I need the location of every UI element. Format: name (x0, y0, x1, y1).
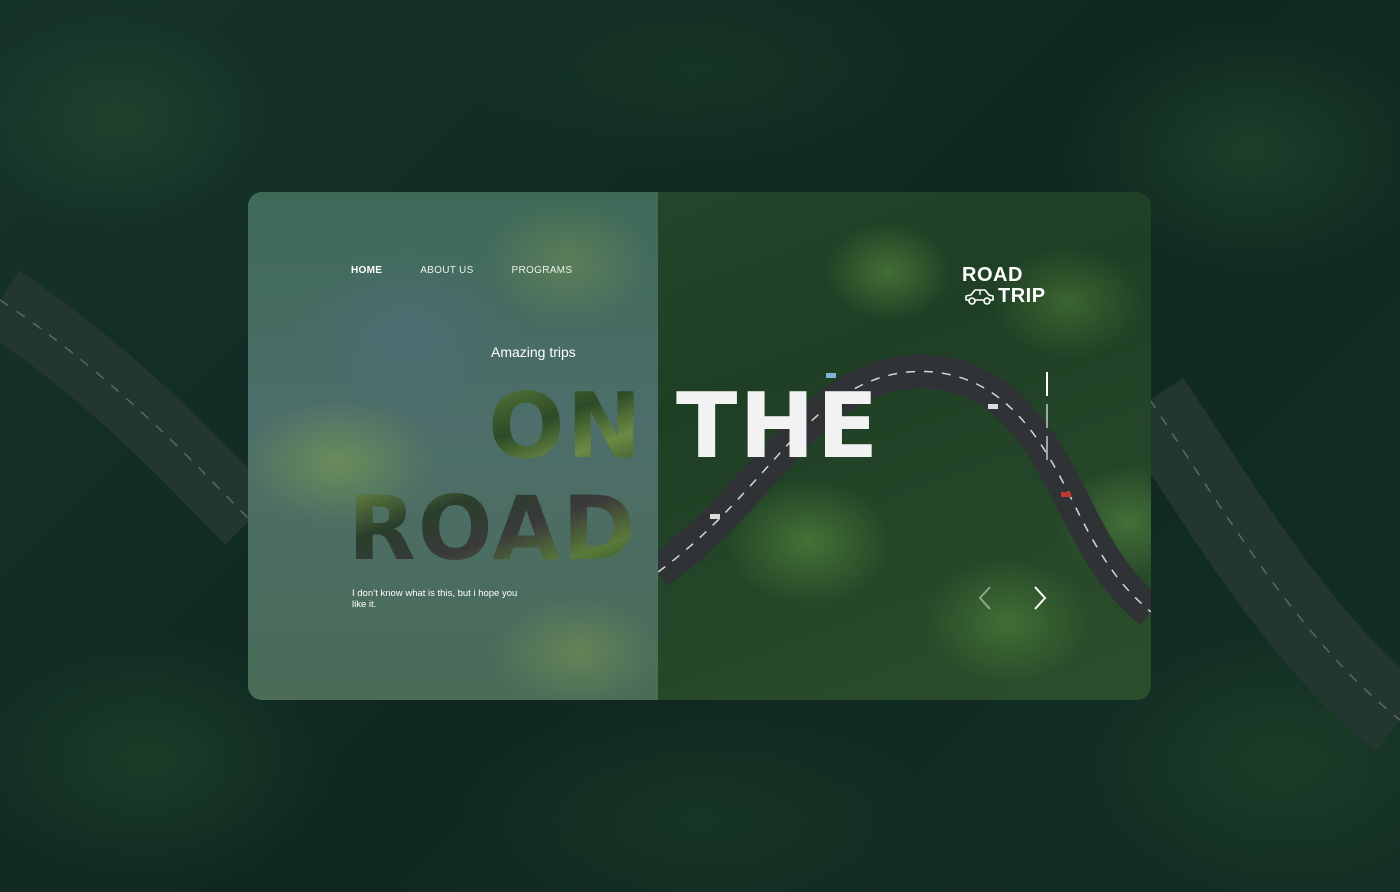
main-nav: HOME ABOUT US PROGRAMS (351, 265, 610, 276)
chevron-right-icon[interactable] (1031, 585, 1049, 611)
slide-indicator-item[interactable] (1046, 404, 1048, 428)
nav-home[interactable]: HOME (351, 265, 382, 276)
logo-line-2: TRIP (998, 285, 1046, 307)
nav-about-us[interactable]: ABOUT US (420, 265, 473, 276)
hero-card: HOME ABOUT US PROGRAMS Amazing trips ON … (248, 192, 1151, 700)
car-icon (965, 289, 994, 305)
chevron-left-icon[interactable] (976, 585, 994, 611)
hero-word-the: THE (676, 374, 881, 479)
hero-description: I don’t know what is this, but i hope yo… (352, 588, 518, 610)
slide-indicator[interactable] (1046, 372, 1048, 464)
slide-indicator-item[interactable] (1046, 436, 1048, 460)
hero-word-on: ON (488, 374, 644, 479)
nav-programs[interactable]: PROGRAMS (512, 265, 573, 276)
slide-indicator-active[interactable] (1046, 372, 1048, 396)
hero-word-road: ROAD (348, 477, 638, 580)
logo-line-1: ROAD (962, 264, 1023, 286)
hero-subtitle: Amazing trips (491, 344, 576, 360)
